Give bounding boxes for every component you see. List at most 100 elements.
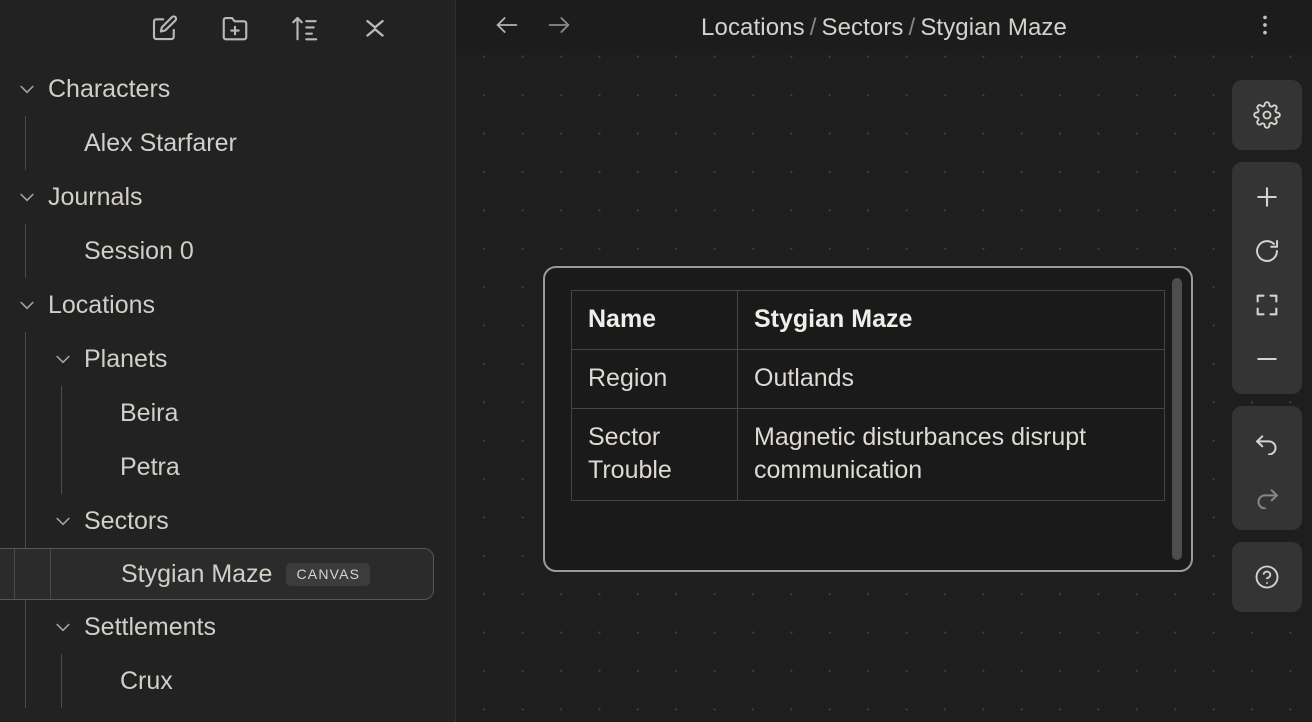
tree-item-session-0[interactable]: Session 0 xyxy=(0,224,455,278)
tree-item-label: Petra xyxy=(120,452,180,481)
tree-guide-line xyxy=(61,440,62,494)
tree-guide-line xyxy=(61,386,62,440)
table-row: Name Stygian Maze xyxy=(571,290,1165,350)
chevron-down-icon[interactable] xyxy=(50,346,76,372)
tree-guide-line xyxy=(50,549,51,599)
tree-item-alex-starfarer[interactable]: Alex Starfarer xyxy=(0,116,455,170)
chevron-down-icon[interactable] xyxy=(50,508,76,534)
help-icon xyxy=(1253,563,1281,591)
table-cell-value: Outlands xyxy=(737,348,1165,409)
top-bar: Locations / Sectors / Stygian Maze xyxy=(456,0,1312,55)
toolbar-group-3 xyxy=(1232,542,1302,612)
new-folder-icon xyxy=(220,13,250,43)
reset-zoom-icon xyxy=(1253,237,1281,265)
app-root: Characters Alex Starfarer Journals Session … xyxy=(0,0,1312,722)
table-cell-value: Magnetic disturbances disrupt communicat… xyxy=(737,407,1165,501)
tree-item-characters[interactable]: Characters xyxy=(0,62,455,116)
table-row: Sector Trouble Magnetic disturbances disr… xyxy=(571,407,1165,501)
tree-item-stygian-maze[interactable]: Stygian Maze CANVAS xyxy=(0,548,434,600)
canvas[interactable]: Name Stygian Maze Region Outlands Sector Tro… xyxy=(456,55,1312,722)
breadcrumb-item-sectors[interactable]: Sectors xyxy=(821,14,903,41)
tree-item-label: Session 0 xyxy=(84,236,194,265)
tree-item-beira[interactable]: Beira xyxy=(0,386,455,440)
chevron-down-icon[interactable] xyxy=(50,614,76,640)
chevron-down-icon[interactable] xyxy=(14,292,40,318)
main-area: Locations / Sectors / Stygian Maze Name Stygi… xyxy=(456,0,1312,722)
tree-guide-line xyxy=(25,654,26,708)
tree-item-planets[interactable]: Planets xyxy=(0,332,455,386)
redo-icon xyxy=(1253,481,1281,509)
new-entry-icon xyxy=(150,13,180,43)
toolbar-group-2 xyxy=(1232,406,1302,530)
sidebar: Characters Alex Starfarer Journals Session … xyxy=(0,0,456,722)
collapse-all-button[interactable] xyxy=(355,8,395,48)
sidebar-toolbar xyxy=(0,0,455,56)
tree-guide-line xyxy=(25,116,26,170)
tree-guide-line xyxy=(25,440,26,494)
tree-item-locations[interactable]: Locations xyxy=(0,278,455,332)
sort-button[interactable] xyxy=(285,8,325,48)
collapse-all-icon xyxy=(360,13,390,43)
tree-guide-line xyxy=(61,654,62,708)
undo-button[interactable] xyxy=(1240,414,1294,468)
canvas-toolbar xyxy=(1232,80,1302,612)
redo-button xyxy=(1240,468,1294,522)
new-entry-button[interactable] xyxy=(145,8,185,48)
more-options-button[interactable] xyxy=(1244,6,1286,48)
forward-button[interactable] xyxy=(538,7,580,49)
undo-icon xyxy=(1253,427,1281,455)
tree-guide-line xyxy=(14,549,15,599)
zoom-out-button[interactable] xyxy=(1240,332,1294,386)
chevron-down-icon[interactable] xyxy=(14,184,40,210)
tree-item-petra[interactable]: Petra xyxy=(0,440,455,494)
table-cell-key: Sector Trouble xyxy=(571,407,738,501)
location-info-table: Name Stygian Maze Region Outlands Sector Tro… xyxy=(571,290,1165,501)
zoom-in-button[interactable] xyxy=(1240,170,1294,224)
tree-item-label: Planets xyxy=(84,344,168,373)
table-cell-key: Region xyxy=(571,348,738,409)
tree-item-crux[interactable]: Crux xyxy=(0,654,455,708)
tree-item-label: Locations xyxy=(48,290,156,319)
tree-item-label: Sectors xyxy=(84,506,169,535)
tree-item-settlements[interactable]: Settlements xyxy=(0,600,455,654)
fit-view-icon xyxy=(1253,291,1281,319)
back-button[interactable] xyxy=(486,7,528,49)
tree-item-label: Beira xyxy=(120,398,179,427)
tree-item-label: Stygian Maze xyxy=(121,559,273,588)
plus-icon xyxy=(1253,183,1281,211)
breadcrumb-item-stygian-maze[interactable]: Stygian Maze xyxy=(920,14,1067,41)
fit-to-view-button[interactable] xyxy=(1240,278,1294,332)
tree-item-label: Crux xyxy=(120,666,173,695)
tree-guide-line xyxy=(25,332,26,386)
canvas-badge: CANVAS xyxy=(286,562,371,586)
minus-icon xyxy=(1253,345,1281,373)
location-card[interactable]: Name Stygian Maze Region Outlands Sector Tro… xyxy=(543,266,1193,572)
tree-guide-line xyxy=(25,224,26,278)
breadcrumb-item-locations[interactable]: Locations xyxy=(701,14,805,41)
tree-guide-line xyxy=(25,494,26,548)
tree-item-sectors[interactable]: Sectors xyxy=(0,494,455,548)
table-cell-key: Name xyxy=(571,290,738,350)
gear-icon xyxy=(1253,101,1281,129)
new-folder-button[interactable] xyxy=(215,8,255,48)
toolbar-group-1 xyxy=(1232,162,1302,394)
reset-zoom-button[interactable] xyxy=(1240,224,1294,278)
tree-item-journals[interactable]: Journals xyxy=(0,170,455,224)
breadcrumb: Locations / Sectors / Stygian Maze xyxy=(456,14,1312,42)
settings-button[interactable] xyxy=(1240,88,1294,142)
table-cell-value: Stygian Maze xyxy=(737,290,1165,350)
card-scrollbar[interactable] xyxy=(1172,278,1182,560)
sort-ascending-icon xyxy=(290,13,320,43)
table-row: Region Outlands xyxy=(571,348,1165,409)
tree-item-label: Characters xyxy=(48,74,171,103)
tree-item-label: Alex Starfarer xyxy=(84,128,237,157)
breadcrumb-separator: / xyxy=(908,13,916,41)
toolbar-group-0 xyxy=(1232,80,1302,150)
help-button[interactable] xyxy=(1240,550,1294,604)
tree-guide-line xyxy=(25,386,26,440)
breadcrumb-separator: / xyxy=(809,13,817,41)
dots-vertical-icon xyxy=(1252,12,1278,43)
tree-guide-line xyxy=(25,600,26,654)
chevron-down-icon[interactable] xyxy=(14,76,40,102)
tree-item-label: Journals xyxy=(48,182,143,211)
